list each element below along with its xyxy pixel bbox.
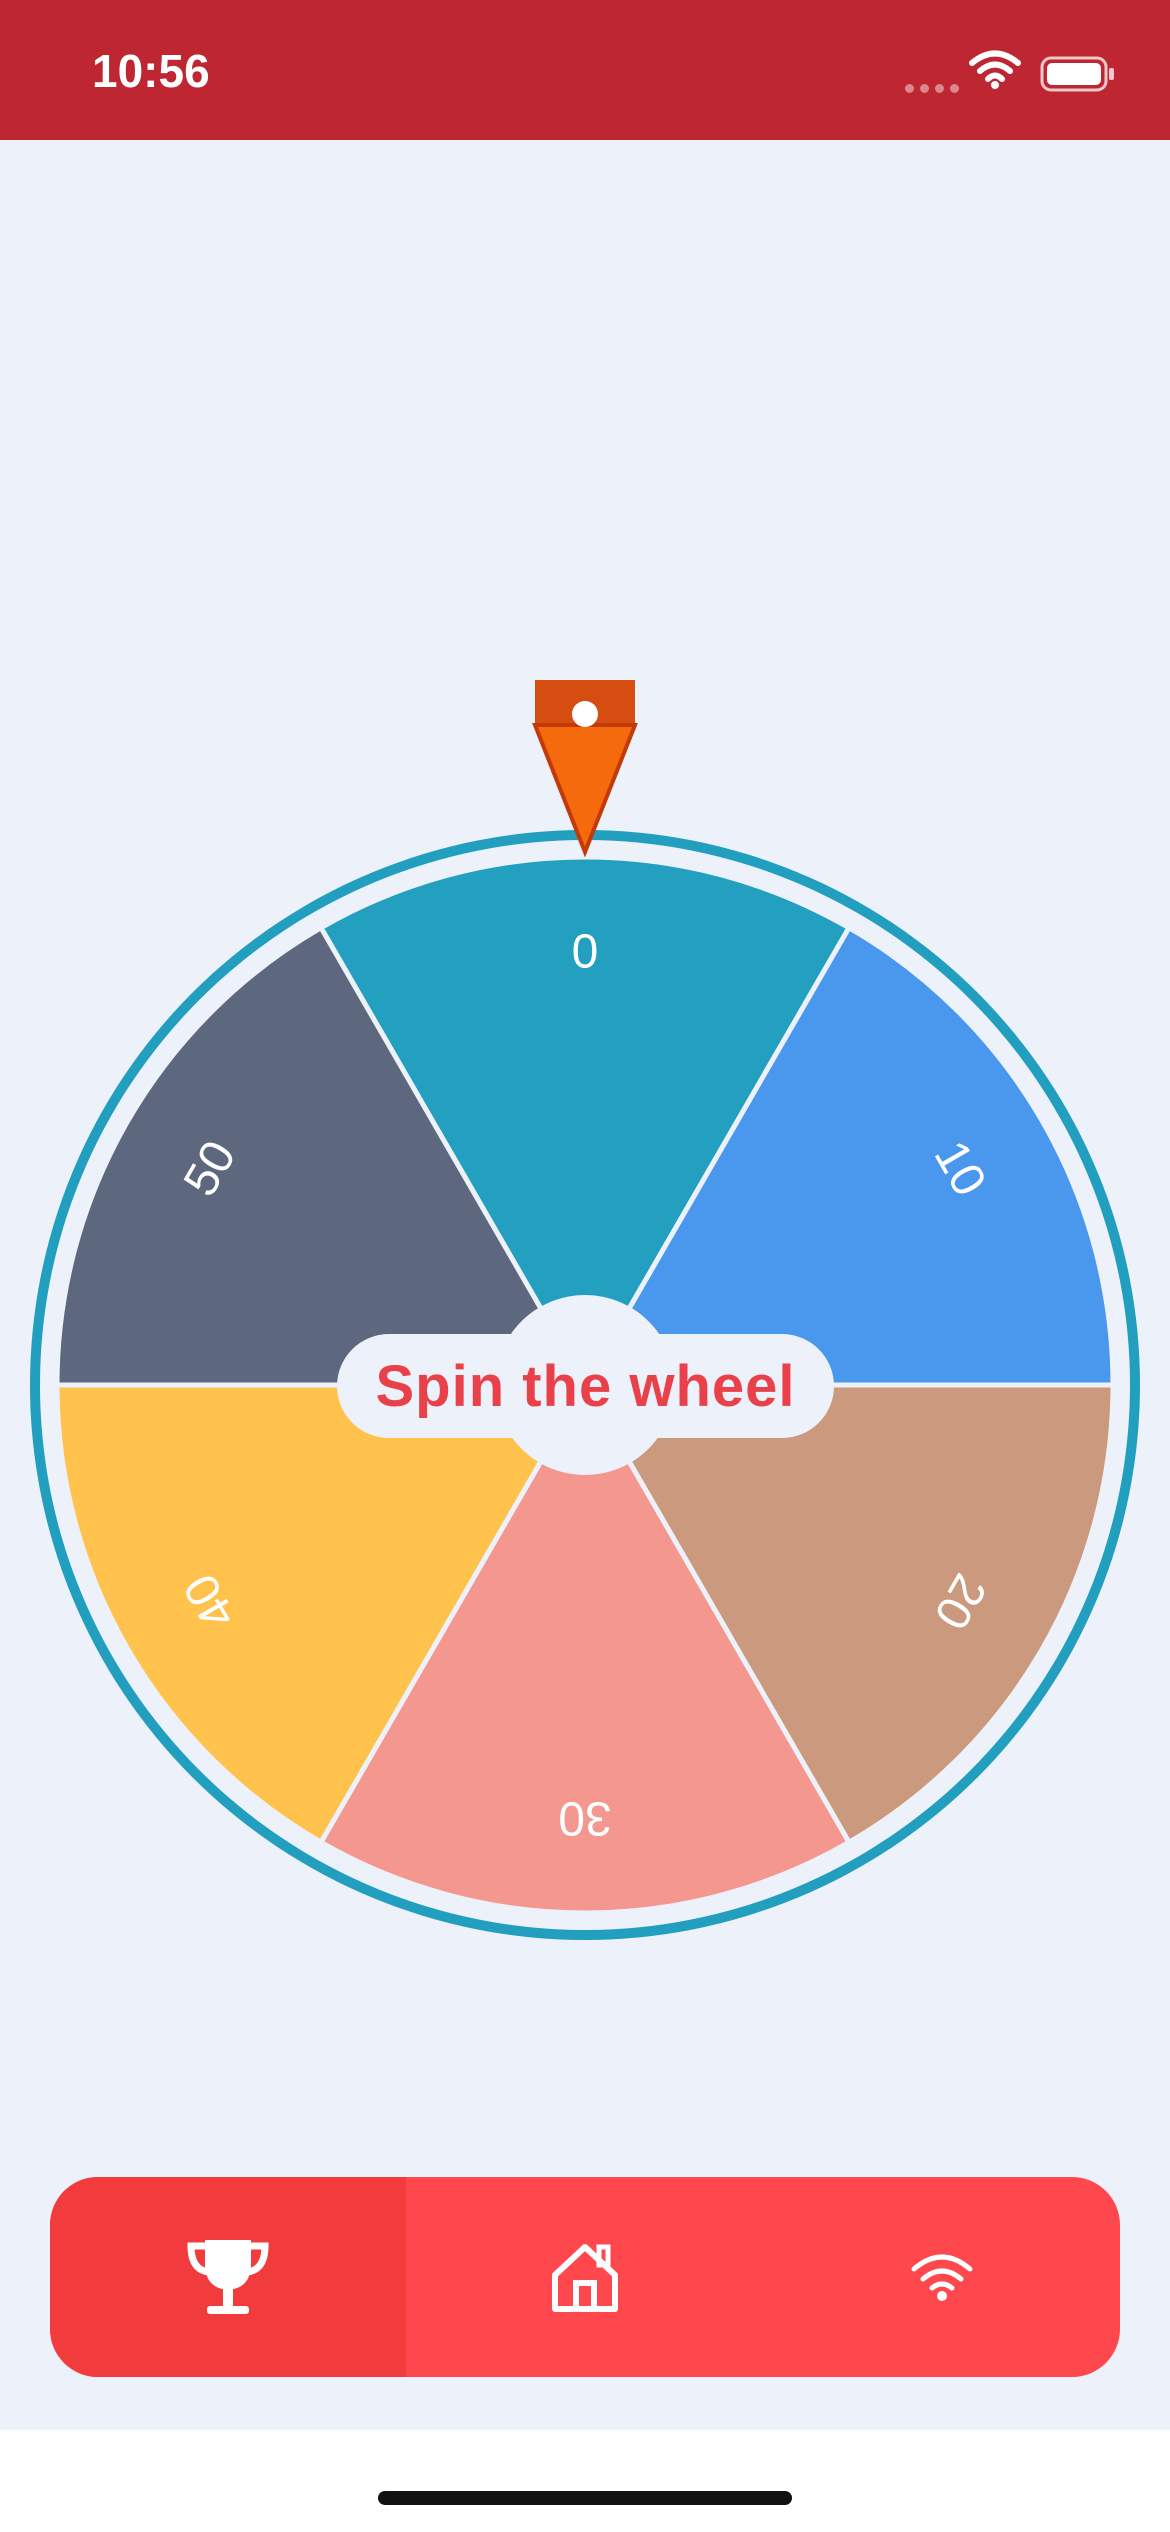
nav-trophy[interactable] — [50, 2177, 406, 2377]
nav-home[interactable] — [407, 2177, 763, 2377]
main-content: 0 10 20 30 40 50 Spin the wheel — [0, 140, 1170, 2430]
pointer-icon — [532, 680, 638, 858]
status-time: 10:56 — [92, 45, 210, 97]
wheel-segment-label: 30 — [558, 1791, 611, 1844]
home-icon — [552, 2244, 618, 2312]
home-indicator[interactable] — [378, 2491, 792, 2505]
wheel-segment-label: 0 — [572, 926, 599, 979]
signal-dots-icon — [905, 80, 965, 98]
status-bar: 10:56 — [0, 0, 1170, 140]
wifi-icon — [911, 2254, 973, 2301]
battery-icon — [1040, 56, 1114, 92]
wheel-graphic: 01020304050 — [30, 680, 1140, 1940]
spin-wheel-button[interactable]: Spin the wheel — [337, 1334, 834, 1438]
home-indicator-area — [0, 2430, 1170, 2532]
trophy-icon — [187, 2240, 269, 2314]
nav-wifi[interactable] — [764, 2177, 1120, 2377]
prize-wheel[interactable]: 0 10 20 30 40 50 — [0, 140, 1170, 2430]
bottom-navigation — [50, 2177, 1120, 2377]
wifi-icon — [969, 50, 1021, 89]
